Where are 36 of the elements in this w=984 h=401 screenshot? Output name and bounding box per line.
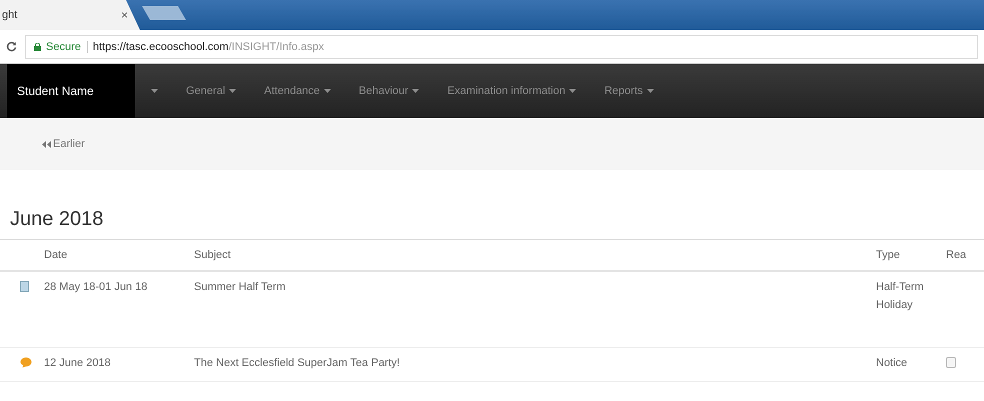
address-bar[interactable]: Secure https://tasc.ecooschool.com/INSIGHT/Info.aspx bbox=[25, 34, 978, 58]
student-name-label: Student Name bbox=[7, 64, 135, 118]
reload-icon[interactable] bbox=[6, 41, 17, 52]
read-checkbox[interactable] bbox=[946, 356, 956, 368]
nav-menu-button[interactable]: Attendance bbox=[252, 64, 343, 118]
caret-icon bbox=[569, 89, 576, 93]
type-cell: Half-Term Holiday bbox=[870, 271, 940, 347]
column-header: Type bbox=[870, 240, 940, 271]
document-icon bbox=[20, 281, 29, 292]
caret-icon bbox=[324, 89, 331, 93]
column-header: Rea bbox=[940, 240, 984, 271]
caret-icon bbox=[229, 89, 236, 93]
caret-icon bbox=[412, 89, 420, 93]
column-header: Date bbox=[38, 240, 188, 271]
caret-icon bbox=[151, 89, 158, 93]
date-cell: 28 May 18-01 Jun 18 bbox=[38, 271, 188, 347]
subject-cell: Summer Half Term bbox=[188, 271, 870, 347]
month-heading: June 2018 bbox=[10, 208, 104, 232]
type-cell: Notice bbox=[870, 347, 940, 381]
nav-menu-button[interactable]: Behaviour bbox=[346, 64, 432, 118]
secure-label: Secure bbox=[46, 40, 88, 52]
subject-cell: The Next Ecclesfield SuperJam Tea Party! bbox=[188, 347, 870, 381]
browser-tab[interactable]: ght × bbox=[0, 0, 140, 30]
nav-menu-button[interactable]: Reports bbox=[592, 64, 666, 118]
double-left-icon bbox=[42, 140, 51, 148]
earlier-link[interactable]: Earlier bbox=[42, 138, 85, 150]
nav-menu-button[interactable]: Examination information bbox=[435, 64, 588, 118]
lock-icon bbox=[34, 42, 41, 50]
close-icon[interactable]: × bbox=[120, 8, 128, 22]
tab-title: ght bbox=[2, 9, 18, 21]
date-cell: 12 June 2018 bbox=[38, 347, 188, 381]
speech-bubble-icon bbox=[20, 356, 32, 368]
caret-icon bbox=[646, 89, 654, 93]
url-text: https://tasc.ecooschool.com/INSIGHT/Info.aspx bbox=[92, 40, 324, 52]
nav-menu-button[interactable]: General bbox=[174, 64, 248, 118]
column-header: Subject bbox=[188, 240, 870, 271]
